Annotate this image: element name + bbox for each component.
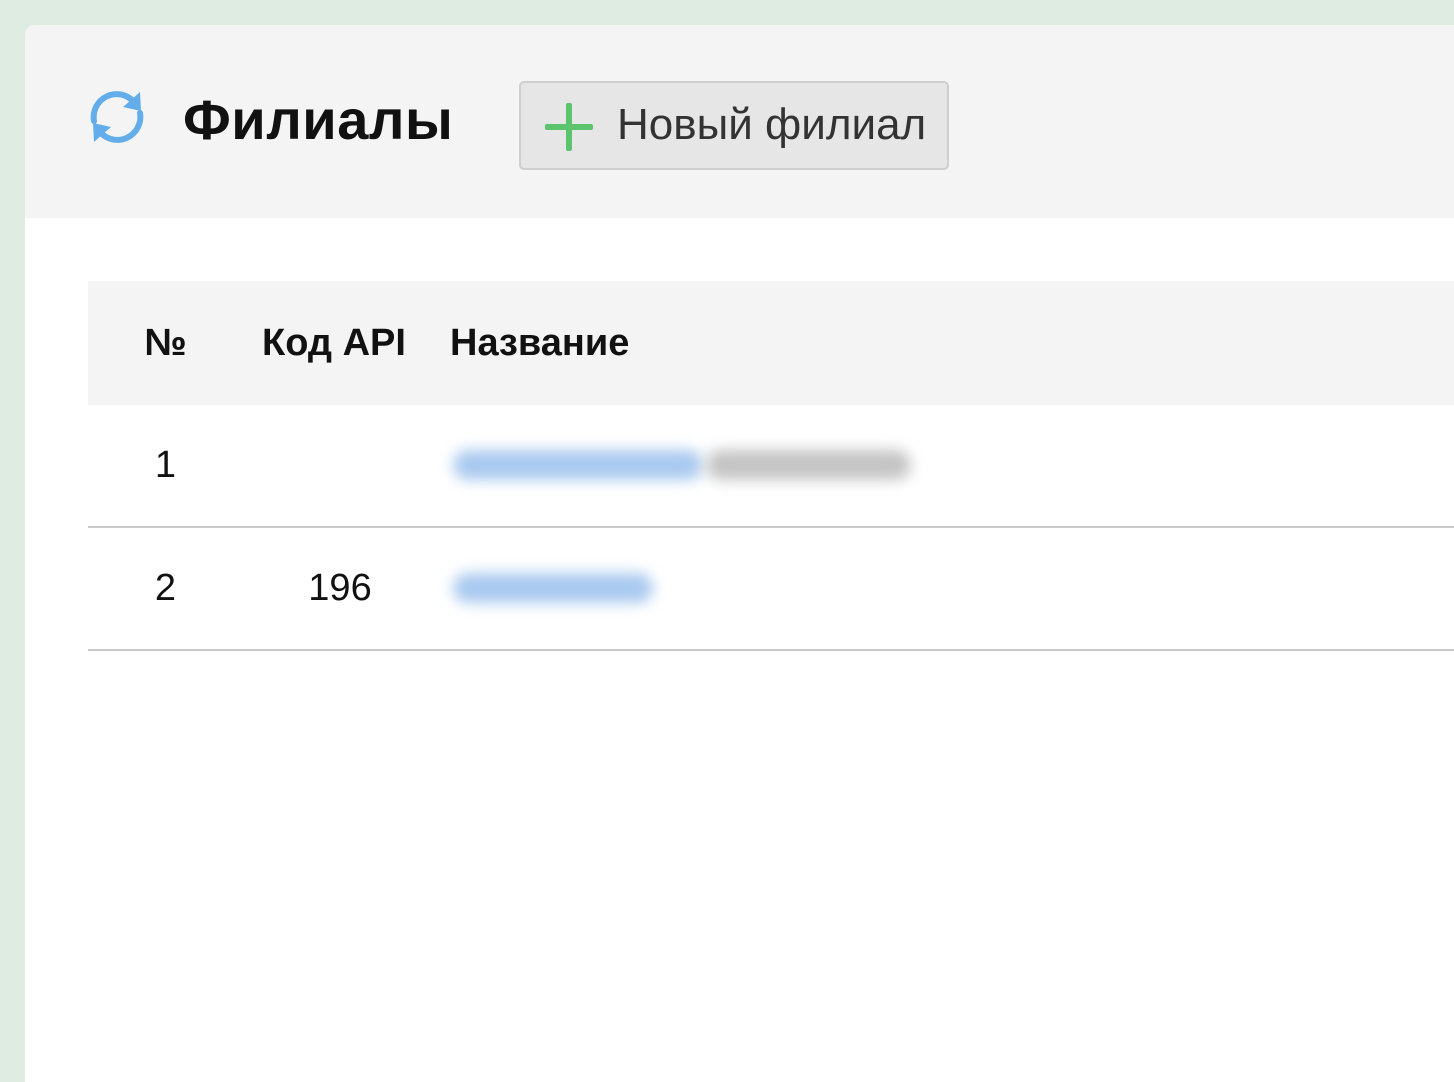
row-number: 2 [154, 567, 177, 609]
branch-name-suffix-blurred [706, 450, 911, 480]
column-header-number[interactable]: № [88, 281, 243, 405]
column-header-api-code[interactable]: Код API [262, 281, 406, 405]
new-branch-button[interactable]: Новый филиал [519, 81, 949, 170]
main-panel: Филиалы Новый филиал № Код API Название … [25, 25, 1454, 1082]
page-header: Филиалы Новый филиал [25, 25, 1454, 218]
refresh-icon[interactable] [85, 85, 149, 149]
table-row[interactable]: 2 196 [88, 528, 1454, 651]
row-number: 1 [154, 444, 177, 486]
column-header-name[interactable]: Название [450, 281, 629, 405]
row-api-code [243, 405, 437, 526]
branches-table: № Код API Название 1 2 196 [88, 281, 1454, 651]
table-header: № Код API Название [88, 281, 1454, 405]
branch-name-link-blurred[interactable] [453, 450, 703, 480]
new-branch-button-label: Новый филиал [617, 100, 927, 149]
row-api-code: 196 [308, 567, 372, 609]
page-title: Филиалы [183, 88, 454, 151]
table-row[interactable]: 1 [88, 405, 1454, 528]
plus-icon [545, 103, 593, 151]
branch-name-link-blurred[interactable] [453, 573, 653, 603]
